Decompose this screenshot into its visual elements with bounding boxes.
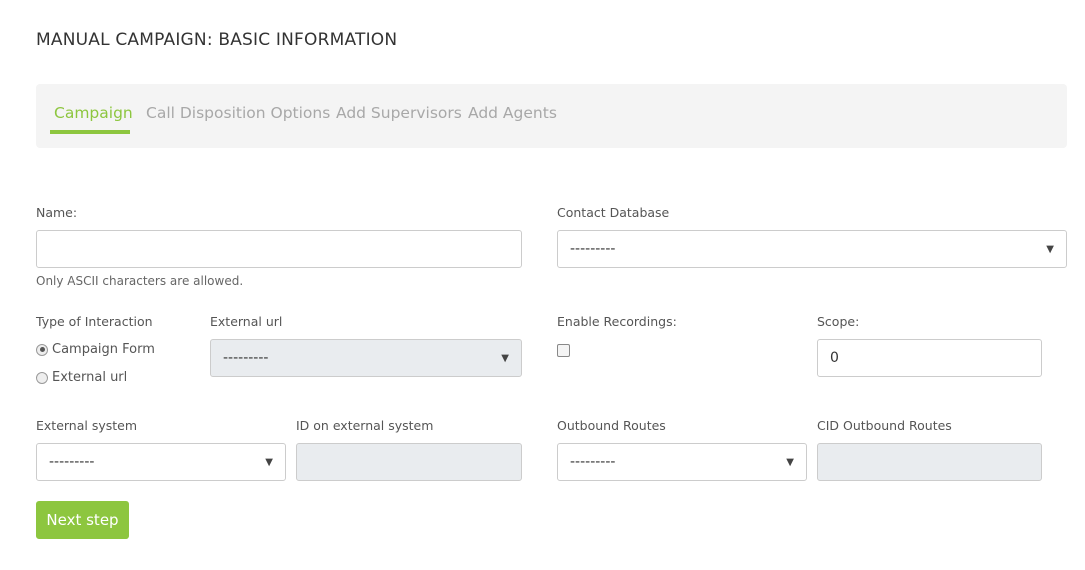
radio-campaign-form-label: Campaign Form bbox=[52, 342, 155, 357]
scope-label: Scope: bbox=[817, 314, 860, 329]
name-help-text: Only ASCII characters are allowed. bbox=[36, 274, 244, 288]
enable-recordings-checkbox[interactable] bbox=[557, 344, 570, 357]
caret-down-icon: ▼ bbox=[501, 352, 509, 364]
external-system-label: External system bbox=[36, 418, 138, 433]
id-external-system-input[interactable] bbox=[296, 443, 522, 481]
outbound-routes-select[interactable]: --------- ▼ bbox=[557, 443, 807, 481]
outbound-routes-label: Outbound Routes bbox=[557, 418, 666, 433]
external-url-label: External url bbox=[210, 314, 283, 329]
name-input[interactable] bbox=[36, 230, 522, 268]
type-of-interaction-label: Type of Interaction bbox=[36, 314, 153, 329]
radio-selected-icon[interactable] bbox=[36, 343, 48, 356]
cid-outbound-routes-input[interactable] bbox=[817, 443, 1042, 481]
active-tab-indicator bbox=[50, 130, 130, 134]
name-label: Name: bbox=[36, 205, 78, 220]
contact-database-label: Contact Database bbox=[557, 205, 670, 220]
scope-input[interactable]: 0 bbox=[817, 339, 1042, 377]
radio-unselected-icon[interactable] bbox=[36, 371, 48, 384]
contact-database-select[interactable]: --------- ▼ bbox=[557, 230, 1067, 268]
caret-down-icon: ▼ bbox=[786, 456, 794, 468]
caret-down-icon: ▼ bbox=[1046, 243, 1054, 255]
external-url-value: --------- bbox=[223, 350, 269, 366]
page-title: MANUAL CAMPAIGN: BASIC INFORMATION bbox=[36, 30, 398, 50]
tab-add-agents[interactable]: Add Agents bbox=[468, 104, 557, 122]
id-external-system-label: ID on external system bbox=[296, 418, 434, 433]
external-url-select[interactable]: --------- ▼ bbox=[210, 339, 522, 377]
cid-outbound-routes-label: CID Outbound Routes bbox=[817, 418, 952, 433]
caret-down-icon: ▼ bbox=[265, 456, 273, 468]
radio-external-url-label: External url bbox=[52, 370, 128, 385]
radio-campaign-form[interactable]: Campaign Form bbox=[36, 342, 155, 357]
external-system-select[interactable]: --------- ▼ bbox=[36, 443, 286, 481]
tab-add-supervisors[interactable]: Add Supervisors bbox=[336, 104, 462, 122]
contact-database-value: --------- bbox=[570, 241, 616, 257]
external-system-value: --------- bbox=[49, 454, 95, 470]
outbound-routes-value: --------- bbox=[570, 454, 616, 470]
next-step-button[interactable]: Next step bbox=[36, 501, 129, 539]
tab-campaign[interactable]: Campaign bbox=[54, 104, 133, 122]
tab-call-disposition-options[interactable]: Call Disposition Options bbox=[146, 104, 330, 122]
tab-bar: Campaign Call Disposition Options Add Su… bbox=[36, 84, 1067, 148]
enable-recordings-label: Enable Recordings: bbox=[557, 314, 677, 329]
radio-external-url[interactable]: External url bbox=[36, 370, 127, 385]
